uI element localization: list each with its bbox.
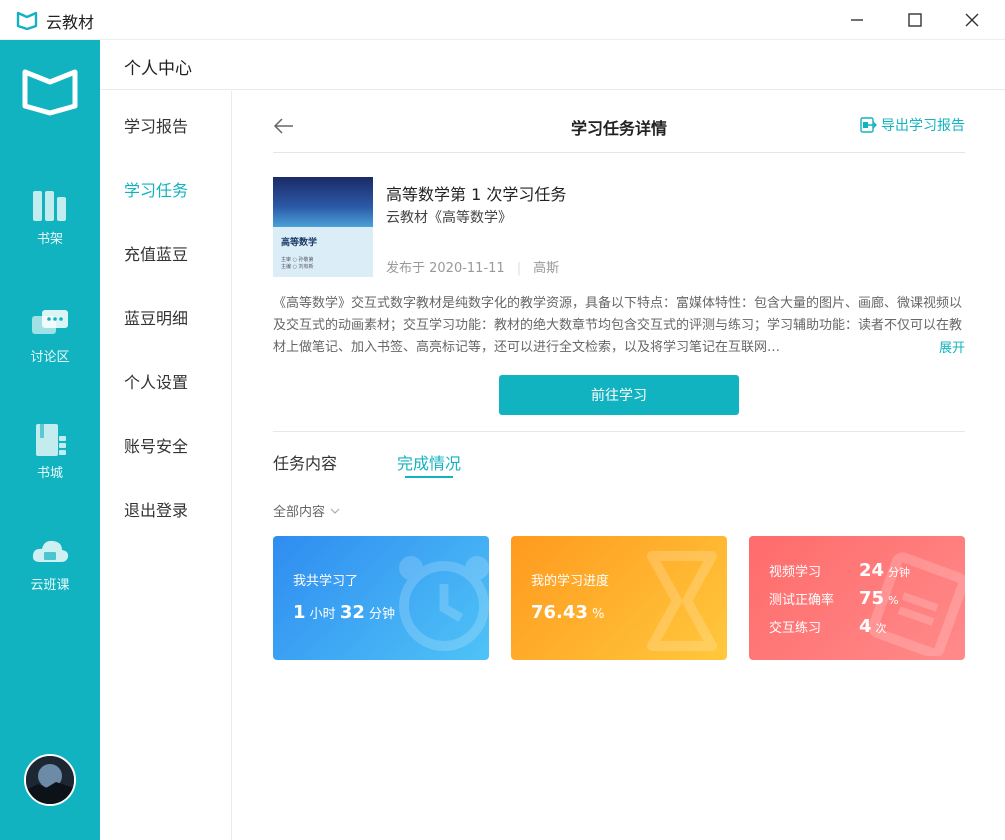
rail-item-label: 云班课: [30, 578, 70, 593]
tab-task-content[interactable]: 任务内容: [273, 450, 337, 474]
export-label: 导出学习报告: [881, 118, 965, 134]
avatar-image: [26, 756, 74, 804]
page-title: 个人中心: [124, 59, 192, 79]
minimize-icon[interactable]: [845, 8, 869, 32]
book-cover: 高等数学 主审 ○ 孙敬第 主编 ○ 刘有新: [273, 177, 373, 277]
hourglass-icon: [647, 551, 717, 651]
back-arrow-icon[interactable]: [273, 115, 295, 137]
rail-item-label: 讨论区: [30, 350, 70, 365]
rail-item-cloud-class[interactable]: 云班课: [0, 534, 100, 614]
export-icon: [860, 117, 877, 133]
study-time-card: 我共学习了 1 小时 32 分钟: [273, 536, 489, 660]
subnav-item-study-task[interactable]: 学习任务: [124, 177, 188, 201]
chevron-down-icon: [330, 508, 340, 514]
progress-value: 76.43 %: [531, 602, 604, 623]
study-time-value: 1 小时 32 分钟: [293, 602, 395, 623]
study-time-label: 我共学习了: [293, 574, 359, 589]
rail-item-discussion[interactable]: 讨论区: [0, 306, 100, 386]
sub-navigation: 学习报告 学习任务 充值蓝豆 蓝豆明细 个人设置 账号安全 退出登录: [100, 91, 232, 840]
task-tabs: 任务内容 完成情况: [273, 431, 965, 479]
stat-row-video: 视频学习 24 分钟: [769, 560, 949, 581]
cloud-class-icon: [32, 540, 69, 562]
progress-number: 76.43: [531, 602, 588, 623]
stat-value: 4: [859, 616, 872, 637]
book-cover-art: [273, 177, 373, 227]
stat-row-test-accuracy: 测试正确率 75%: [769, 588, 949, 609]
title-bar: 云教材: [0, 0, 1005, 40]
task-title: 高等数学第 1 次学习任务: [386, 185, 567, 204]
stat-label: 视频学习: [769, 565, 822, 580]
progress-label: 我的学习进度: [531, 574, 610, 589]
chat-icon: [32, 310, 68, 334]
book-cover-credit-reviewer: 主审 ○ 孙敬第: [281, 257, 314, 263]
app-logo-icon: [16, 11, 38, 30]
stat-value: 24: [859, 560, 885, 581]
subnav-item-account-security[interactable]: 账号安全: [124, 433, 188, 457]
task-book: 云教材《高等数学》: [386, 210, 512, 226]
go-study-button[interactable]: 前往学习: [499, 375, 739, 415]
book-cover-credit-editor: 主编 ○ 刘有新: [281, 264, 314, 270]
alarm-clock-icon: [399, 556, 489, 651]
detail-header: 学习任务详情 导出学习报告: [273, 111, 965, 153]
meta-separator: |: [516, 261, 522, 276]
stat-unit: 次: [875, 622, 887, 635]
study-hours: 1: [293, 602, 306, 623]
study-stats-card: 视频学习 24 分钟 测试正确率 75% 交互练习 4 次: [749, 536, 965, 660]
close-icon[interactable]: [960, 8, 984, 32]
left-rail: 书架 讨论区 书城 云班课: [0, 40, 100, 840]
bookshelf-icon: [33, 191, 66, 221]
stat-unit: %: [888, 594, 899, 607]
publish-date: 发布于 2020-11-11: [386, 261, 505, 276]
subnav-item-recharge[interactable]: 充值蓝豆: [124, 241, 188, 265]
subnav-item-logout[interactable]: 退出登录: [124, 497, 188, 521]
subnav-item-personal-settings[interactable]: 个人设置: [124, 369, 188, 393]
bookstore-icon: [36, 424, 66, 456]
filter-label: 全部内容: [273, 505, 326, 520]
book-cover-title: 高等数学: [281, 238, 318, 248]
stat-label: 交互练习: [769, 621, 822, 636]
rail-item-label: 书城: [36, 466, 63, 481]
rail-item-bookshelf[interactable]: 书架: [0, 188, 100, 268]
main-content: 学习任务详情 导出学习报告 高等数学 主审 ○ 孙敬第 主编 ○ 刘有新 高等数…: [233, 91, 1005, 840]
maximize-icon[interactable]: [903, 8, 927, 32]
task-description: 《高等数学》交互式数字教材是纯数字化的教学资源，具备以下特点：富媒体特性：包含大…: [273, 296, 963, 355]
page-header: 个人中心: [100, 40, 1005, 90]
rail-item-bookstore[interactable]: 书城: [0, 422, 100, 502]
brand-logo-icon: [22, 69, 78, 116]
progress-unit: %: [592, 607, 605, 622]
subnav-item-bean-detail[interactable]: 蓝豆明细: [124, 305, 188, 329]
stat-value: 75: [859, 588, 885, 609]
active-tab-indicator: [405, 476, 453, 478]
avatar[interactable]: [24, 754, 76, 806]
expand-link[interactable]: 展开: [934, 337, 965, 356]
study-minutes: 32: [339, 602, 365, 623]
study-hours-unit: 小时: [309, 607, 336, 622]
stat-unit: 分钟: [888, 566, 911, 579]
export-report-button[interactable]: 导出学习报告: [859, 115, 965, 135]
book-cover-credits: 主审 ○ 孙敬第 主编 ○ 刘有新: [281, 257, 314, 271]
app-title: 云教材: [46, 13, 95, 32]
rail-item-label: 书架: [36, 232, 63, 247]
stat-label: 测试正确率: [769, 593, 835, 608]
study-minutes-unit: 分钟: [369, 607, 396, 622]
task-meta: 发布于 2020-11-11 | 高斯: [386, 257, 559, 276]
publisher-name: 高斯: [533, 261, 560, 276]
study-progress-card: 我的学习进度 76.43 %: [511, 536, 727, 660]
subnav-item-study-report[interactable]: 学习报告: [124, 113, 188, 137]
content-filter-dropdown[interactable]: 全部内容: [273, 501, 341, 520]
tab-completion[interactable]: 完成情况: [397, 450, 461, 474]
stat-row-interactive: 交互练习 4 次: [769, 616, 949, 637]
